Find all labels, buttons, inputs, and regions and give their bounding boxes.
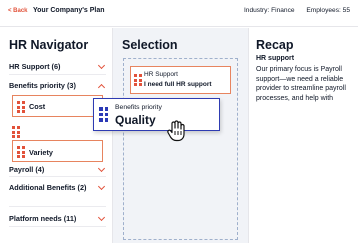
selected-card-value: I need full HR support <box>144 81 212 88</box>
hr-navigator-panel: HR Navigator HR Support (6) Benefits pri… <box>0 28 113 243</box>
chevron-down-icon[interactable] <box>97 166 107 174</box>
nav-item-payroll[interactable]: Payroll (4) <box>9 165 107 174</box>
grab-cursor-icon <box>167 120 185 142</box>
nav-item-label: Additional Benefits (2) <box>9 183 87 192</box>
dragging-card-category: Benefits priority <box>115 104 162 111</box>
divider <box>9 176 106 177</box>
nav-item-label: Benefits priority (3) <box>9 81 76 90</box>
plan-title: Your Company's Plan <box>33 7 105 14</box>
option-label: Variety <box>29 148 53 157</box>
recap-body-text: Our primary focus is Payroll support—we … <box>256 66 346 102</box>
selected-card-category: HR Support <box>144 71 178 78</box>
chevron-up-icon[interactable] <box>97 82 107 90</box>
nav-item-platform-needs[interactable]: Platform needs (11) <box>9 214 107 223</box>
dragging-card-quality[interactable]: Benefits priority Quality <box>93 98 220 131</box>
nav-item-label: HR Support (6) <box>9 62 61 71</box>
chevron-down-icon[interactable] <box>97 215 107 223</box>
back-link[interactable]: < Back <box>8 8 28 14</box>
nav-item-benefits-priority[interactable]: Benefits priority (3) <box>9 81 107 90</box>
divider <box>9 206 106 207</box>
drag-handle-icon <box>12 126 20 138</box>
drag-placeholder <box>12 125 20 139</box>
divider <box>9 74 106 75</box>
drag-handle-icon[interactable] <box>17 146 25 158</box>
company-meta: Industry: Finance Employees: 55 <box>244 7 350 14</box>
divider <box>9 226 106 227</box>
employees-label: Employees: 55 <box>306 7 350 14</box>
recap-panel: Recap HR support Our primary focus is Pa… <box>249 28 358 243</box>
option-label: Cost <box>29 102 46 111</box>
dragging-card-value: Quality <box>115 113 156 127</box>
recap-title: Recap <box>256 38 294 52</box>
nav-item-label: Payroll (4) <box>9 165 45 174</box>
chevron-down-icon[interactable] <box>97 184 107 192</box>
nav-item-additional-benefits[interactable]: Additional Benefits (2) <box>9 183 107 193</box>
chevron-down-icon[interactable] <box>97 63 107 71</box>
drag-handle-icon[interactable] <box>17 101 25 113</box>
selection-title: Selection <box>122 38 178 52</box>
option-card-variety[interactable]: Variety <box>12 140 103 162</box>
recap-subtitle: HR support <box>256 55 295 62</box>
navigator-title: HR Navigator <box>9 38 89 52</box>
nav-item-hr-support[interactable]: HR Support (6) <box>9 62 107 71</box>
option-card-cost[interactable]: Cost <box>12 95 103 117</box>
selected-card-hr-support[interactable]: HR Support I need full HR support <box>130 66 231 94</box>
nav-item-label: Platform needs (11) <box>9 214 77 223</box>
drag-handle-icon[interactable] <box>134 74 142 86</box>
top-bar: < Back Your Company's Plan Industry: Fin… <box>0 0 358 27</box>
drag-handle-icon[interactable] <box>99 107 108 122</box>
industry-label: Industry: Finance <box>243 7 295 14</box>
